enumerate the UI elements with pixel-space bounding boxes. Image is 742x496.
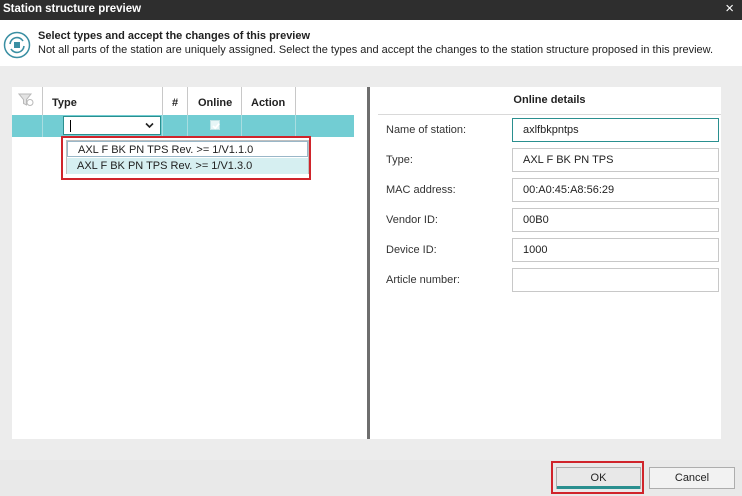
online-details-title: Online details [378, 87, 721, 115]
cancel-button[interactable]: Cancel [649, 467, 735, 489]
ok-button-label: OK [590, 472, 607, 484]
vendor-id-label: Vendor ID: [386, 214, 438, 226]
cancel-button-label: Cancel [674, 472, 710, 484]
window-title: Station structure preview [3, 3, 142, 15]
table-row[interactable] [12, 115, 354, 137]
column-filter[interactable] [12, 87, 43, 115]
action-cell[interactable] [242, 115, 296, 137]
header-instruction: Select types and accept the changes of t… [38, 30, 311, 42]
online-details-panel: Online details Name of station: axlfbkpn… [370, 87, 721, 439]
name-of-station-field[interactable]: axlfbkpntps [512, 118, 719, 142]
device-id-label: Device ID: [386, 244, 437, 256]
column-header-type[interactable]: Type [43, 87, 163, 115]
dropdown-option[interactable]: AXL F BK PN TPS Rev. >= 1/V1.3.0 [67, 158, 308, 174]
station-grid-panel: Type # Online Action AXL F BK PN TPS Rev… [12, 87, 367, 439]
vendor-id-field[interactable]: 00B0 [512, 208, 719, 232]
chevron-down-icon[interactable] [145, 121, 154, 130]
dialog-header: Select types and accept the changes of t… [0, 20, 742, 66]
number-cell [163, 115, 188, 137]
device-id-field[interactable]: 1000 [512, 238, 719, 262]
column-header-action[interactable]: Action [242, 87, 296, 115]
dropdown-option[interactable]: AXL F BK PN TPS Rev. >= 1/V1.1.0 [67, 141, 308, 157]
type-dropdown-list: AXL F BK PN TPS Rev. >= 1/V1.1.0 AXL F B… [66, 140, 309, 174]
type-label: Type: [386, 154, 413, 166]
type-field[interactable]: AXL F BK PN TPS [512, 148, 719, 172]
title-bar: Station structure preview × [0, 0, 742, 20]
column-number-label: # [172, 97, 179, 109]
type-combobox[interactable] [63, 116, 161, 135]
close-icon[interactable]: × [725, 1, 734, 17]
grid-header: Type # Online Action [12, 87, 367, 115]
check-icon [212, 123, 220, 130]
column-type-label: Type [52, 97, 77, 109]
name-of-station-label: Name of station: [386, 124, 467, 136]
dialog-footer: OK Cancel [0, 460, 742, 496]
mac-address-field[interactable]: 00:A0:45:A8:56:29 [512, 178, 719, 202]
text-caret [70, 120, 71, 132]
article-number-label: Article number: [386, 274, 460, 286]
column-action-label: Action [251, 97, 286, 109]
header-description: Not all parts of the station are uniquel… [38, 44, 714, 56]
article-number-field[interactable] [512, 268, 719, 292]
column-header-online[interactable]: Online [188, 87, 242, 115]
ok-button-focus-bar [557, 486, 640, 489]
ok-button[interactable]: OK [556, 467, 641, 489]
row-selector-cell[interactable] [12, 115, 43, 137]
filter-icon[interactable] [18, 93, 34, 107]
mac-address-label: MAC address: [386, 184, 456, 196]
column-header-number[interactable]: # [163, 87, 188, 115]
online-checkbox [210, 120, 220, 130]
station-sync-icon [3, 31, 31, 59]
column-online-label: Online [198, 97, 233, 109]
